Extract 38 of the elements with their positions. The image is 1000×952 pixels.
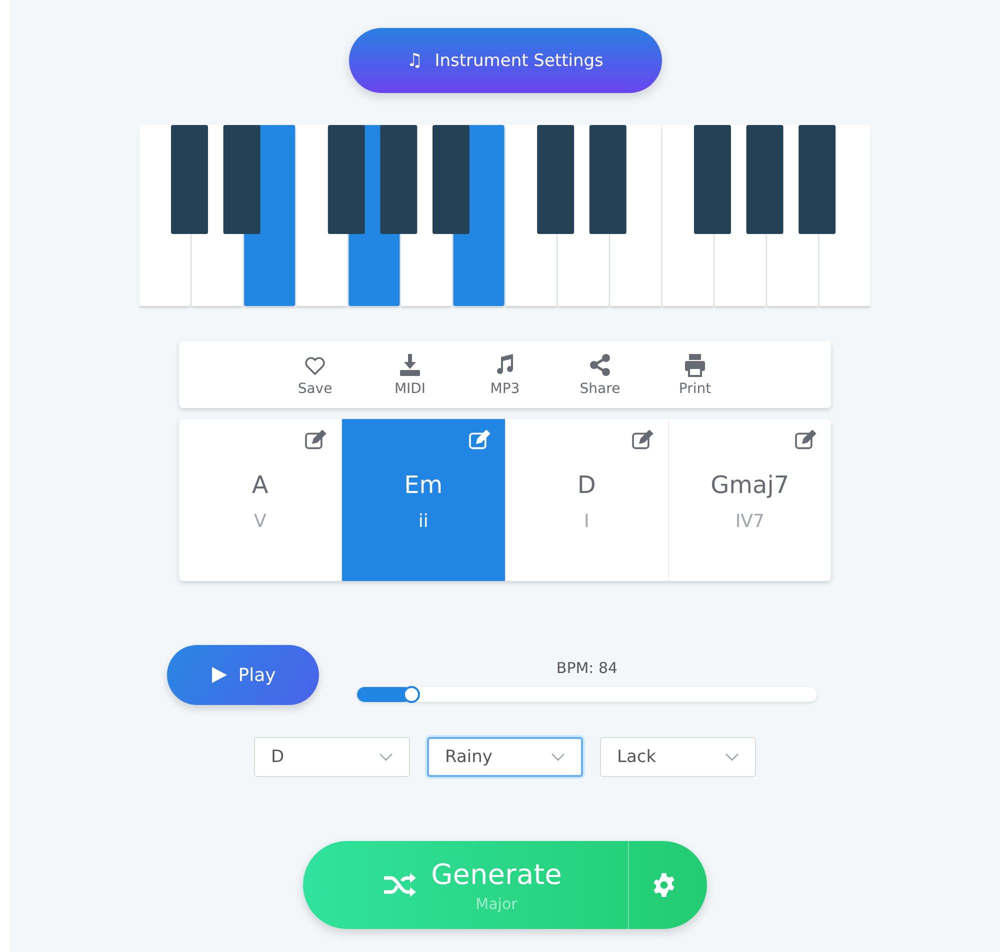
edit-icon[interactable] <box>468 430 490 450</box>
chevron-down-icon <box>725 753 739 761</box>
chord-name: D <box>577 471 596 499</box>
settings-icon <box>651 872 677 898</box>
edit-icon[interactable] <box>795 430 817 450</box>
toolbar-button[interactable]: MIDI <box>376 341 444 408</box>
bpm-label: BPM: 84 <box>556 658 618 676</box>
chevron-down-icon <box>551 753 565 761</box>
play-button[interactable]: Play <box>167 645 319 705</box>
chevron-down-icon <box>379 753 393 761</box>
chord-card[interactable]: Gmaj7 IV7 <box>668 419 831 581</box>
roman-numeral: I <box>584 511 590 532</box>
toolbar-button[interactable]: Print <box>662 341 728 408</box>
edit-icon[interactable] <box>305 430 328 450</box>
chord-card[interactable]: D I <box>506 419 669 581</box>
dropdown[interactable]: D <box>254 737 410 777</box>
shuffle-icon <box>383 872 418 898</box>
bpm-slider[interactable] <box>357 686 817 702</box>
slider-thumb[interactable] <box>403 686 420 702</box>
print-icon <box>682 352 708 376</box>
piano-keyboard-drawing[interactable] <box>138 125 872 309</box>
roman-numeral: V <box>254 511 266 532</box>
toolbar-button[interactable]: MP3 <box>472 341 538 408</box>
share-icon <box>587 352 613 376</box>
edit-icon[interactable] <box>632 430 654 450</box>
chord-name: Gmaj7 <box>710 471 790 499</box>
chord-name: A <box>252 471 268 499</box>
chord-card[interactable]: Em ii <box>342 419 506 581</box>
roman-numeral: ii <box>418 511 428 532</box>
toolbar-button[interactable]: Share <box>566 341 634 408</box>
instrument-settings-button[interactable]: ♫ Instrument Settings <box>348 28 662 93</box>
dropdown[interactable]: Rainy <box>427 737 583 777</box>
download-icon <box>397 352 423 376</box>
play-icon <box>210 666 228 684</box>
toolbar-button[interactable]: Save <box>282 341 348 408</box>
chord-name: Em <box>404 471 443 499</box>
roman-numeral: IV7 <box>735 511 764 532</box>
dropdown[interactable]: Lack <box>600 737 756 777</box>
